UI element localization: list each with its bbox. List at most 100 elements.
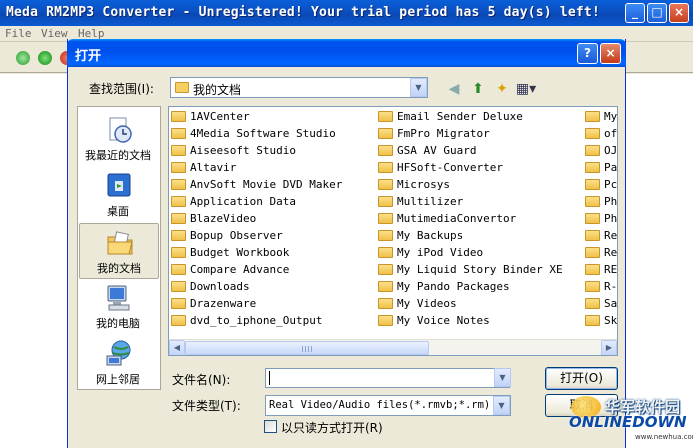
filetype-dropdown[interactable]: Real Video/Audio files(*.rmvb;*.rm) ▼ [265, 395, 511, 416]
dialog-close-button[interactable]: × [600, 43, 621, 64]
folder-name: My Videos [397, 297, 457, 310]
folder-name: My Backups [397, 229, 464, 242]
folder-icon [585, 128, 600, 139]
folder-icon [171, 162, 186, 173]
folder-name: 4Media Software Studio [190, 127, 336, 140]
app-title: Meda RM2MP3 Converter - Unregistered! Yo… [6, 5, 600, 20]
close-button[interactable]: × [669, 3, 689, 23]
add-file-icon[interactable] [16, 51, 30, 65]
folder-icon [378, 162, 393, 173]
add-icon[interactable] [38, 51, 52, 65]
folder-name: Sk [604, 314, 618, 327]
folder-icon [585, 281, 600, 292]
place-my-computer[interactable]: 我的电脑 [79, 279, 159, 335]
folder-name: Altavir [190, 161, 237, 174]
folder-icon [175, 82, 189, 93]
look-in-label: 查找范围(I): [89, 82, 154, 96]
folder-icon [585, 162, 600, 173]
my-documents-icon [107, 231, 133, 255]
folder-icon [171, 111, 186, 122]
folder-icon [171, 264, 186, 275]
folder-icon [378, 230, 393, 241]
scroll-right-button[interactable]: ▶ [601, 340, 617, 355]
recent-documents-icon [109, 117, 132, 143]
folder-name: GSA AV Guard [397, 144, 477, 157]
folder-icon [171, 196, 186, 207]
folder-name: My [604, 110, 618, 123]
chevron-down-icon[interactable]: ▼ [493, 396, 510, 415]
folder-name: Pa [604, 161, 618, 174]
open-button[interactable]: 打开(O) [545, 367, 618, 390]
place-recent[interactable]: 我最近的文档 [79, 111, 159, 167]
folder-icon [378, 315, 393, 326]
folder-name: Ph [604, 212, 618, 225]
open-dialog: 打开 ? × 查找范围(I): 我的文档 ▼ ◀ ⬆ ✦ ▦▾ 我最近的文档 桌… [67, 39, 626, 448]
minimize-button[interactable]: _ [625, 3, 645, 23]
folder-icon [585, 315, 600, 326]
folder-name: BlazeVideo [190, 212, 257, 225]
view-menu-icon[interactable]: ▦▾ [514, 79, 538, 99]
folder-icon [171, 213, 186, 224]
place-label: 我最近的文档 [85, 149, 151, 162]
folder-icon [585, 247, 600, 258]
place-label: 我的电脑 [96, 317, 140, 330]
scroll-left-button[interactable]: ◀ [169, 340, 185, 355]
file-list[interactable]: 1AVCenter 4Media Software Studio Aiseesoft… [168, 106, 618, 356]
app-title-bar[interactable]: Meda RM2MP3 Converter - Unregistered! Yo… [0, 0, 693, 26]
folder-icon [585, 196, 600, 207]
back-icon[interactable]: ◀ [444, 79, 464, 99]
network-places-icon [106, 340, 131, 366]
menu-view[interactable]: View [41, 27, 68, 40]
place-label: 我的文档 [97, 262, 141, 275]
folder-icon [378, 298, 393, 309]
folder-name: Aiseesoft Studio [190, 144, 296, 157]
watermark-logo: 华军软件园 ONLINEDOWN www.newhua.com [565, 394, 693, 448]
folder-icon [585, 264, 600, 275]
folder-name: Bopup Observer [190, 229, 283, 242]
look-in-dropdown[interactable]: 我的文档 ▼ [170, 77, 428, 98]
folder-icon [378, 196, 393, 207]
folder-name: Compare Advance [190, 263, 290, 276]
folder-name: My iPod Video [397, 246, 484, 259]
readonly-label[interactable]: 以只读方式打开(R) [281, 419, 383, 436]
folder-name: Drazenware [190, 297, 257, 310]
help-button[interactable]: ? [577, 43, 598, 64]
menu-file[interactable]: File [5, 27, 32, 40]
folder-name: My Pando Packages [397, 280, 510, 293]
folder-icon [585, 145, 600, 156]
folder-icon [378, 247, 393, 258]
filename-dropdown[interactable]: ▼ [494, 368, 511, 388]
folder-icon [585, 179, 600, 190]
filetype-label: 文件类型(T): [172, 399, 241, 413]
desktop-icon [107, 173, 131, 197]
folder-name: My Liquid Story Binder XE [397, 263, 563, 276]
folder-icon [171, 281, 186, 292]
new-folder-icon[interactable]: ✦ [492, 79, 512, 99]
folder-icon [171, 298, 186, 309]
folder-name: R- [604, 280, 618, 293]
place-desktop[interactable]: 桌面 [79, 167, 159, 223]
chevron-down-icon[interactable]: ▼ [410, 78, 427, 97]
scrollbar-thumb[interactable] [185, 341, 429, 355]
place-my-documents[interactable]: 我的文档 [79, 223, 159, 279]
folder-name: dvd_to_iphone_Output [190, 314, 323, 327]
readonly-checkbox[interactable] [264, 420, 277, 433]
folder-icon [585, 111, 600, 122]
filename-input[interactable] [265, 368, 510, 388]
chevron-down-icon[interactable]: ▼ [494, 368, 511, 387]
folder-name: of [604, 127, 618, 140]
folder-icon [378, 213, 393, 224]
folder-name: Email Sender Deluxe [397, 110, 523, 123]
folder-name: Budget Workbook [190, 246, 290, 259]
folder-name: MutimediaConvertor [397, 212, 517, 225]
dialog-title-bar[interactable]: 打开 ? × [67, 39, 626, 67]
maximize-button[interactable]: □ [647, 3, 667, 23]
horizontal-scrollbar[interactable]: ◀ ▶ [169, 339, 617, 355]
folder-name: RE [604, 263, 618, 276]
filetype-value: Real Video/Audio files(*.rmvb;*.rm) [269, 399, 491, 411]
folder-icon [378, 145, 393, 156]
place-network[interactable]: 网上邻居 [79, 335, 159, 391]
up-folder-icon[interactable]: ⬆ [468, 79, 488, 99]
folder-name: Downloads [190, 280, 250, 293]
look-in-value: 我的文档 [193, 83, 242, 97]
